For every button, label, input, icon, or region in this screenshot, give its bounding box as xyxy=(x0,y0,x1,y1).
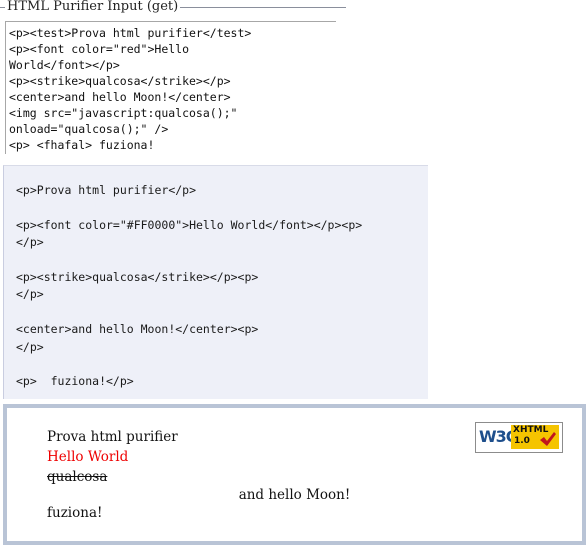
preview-red-text: Hello World xyxy=(47,449,129,465)
rendered-preview: Prova html purifier Hello World qualcosa… xyxy=(3,404,586,545)
checkmark-icon xyxy=(540,432,556,446)
preview-paragraph-5: fuziona! xyxy=(47,505,103,521)
html-input-textarea[interactable]: <p><test>Prova html purifier</test> <p><… xyxy=(5,21,336,154)
html-input-value[interactable]: <p><test>Prova html purifier</test> <p><… xyxy=(9,25,251,153)
preview-paragraph-1: Prova html purifier xyxy=(47,429,178,445)
page: HTML Purifier Input (get) <p><test>Prova… xyxy=(0,0,586,551)
fieldset-legend: HTML Purifier Input (get) xyxy=(5,0,181,14)
w3c-xhtml-badge-link[interactable]: W3C XHTML 1.0 xyxy=(475,422,563,453)
xhtml-spec-label: XHTML 1.0 xyxy=(511,425,559,449)
preview-center-text: and hello Moon! xyxy=(238,487,351,503)
purified-output-box: <p>Prova html purifier</p> <p><font colo… xyxy=(3,165,428,399)
purified-output-code: <p>Prova html purifier</p> <p><font colo… xyxy=(16,183,363,389)
preview-strike-text: qualcosa xyxy=(47,469,108,485)
xhtml-version: 1.0 xyxy=(514,436,530,446)
